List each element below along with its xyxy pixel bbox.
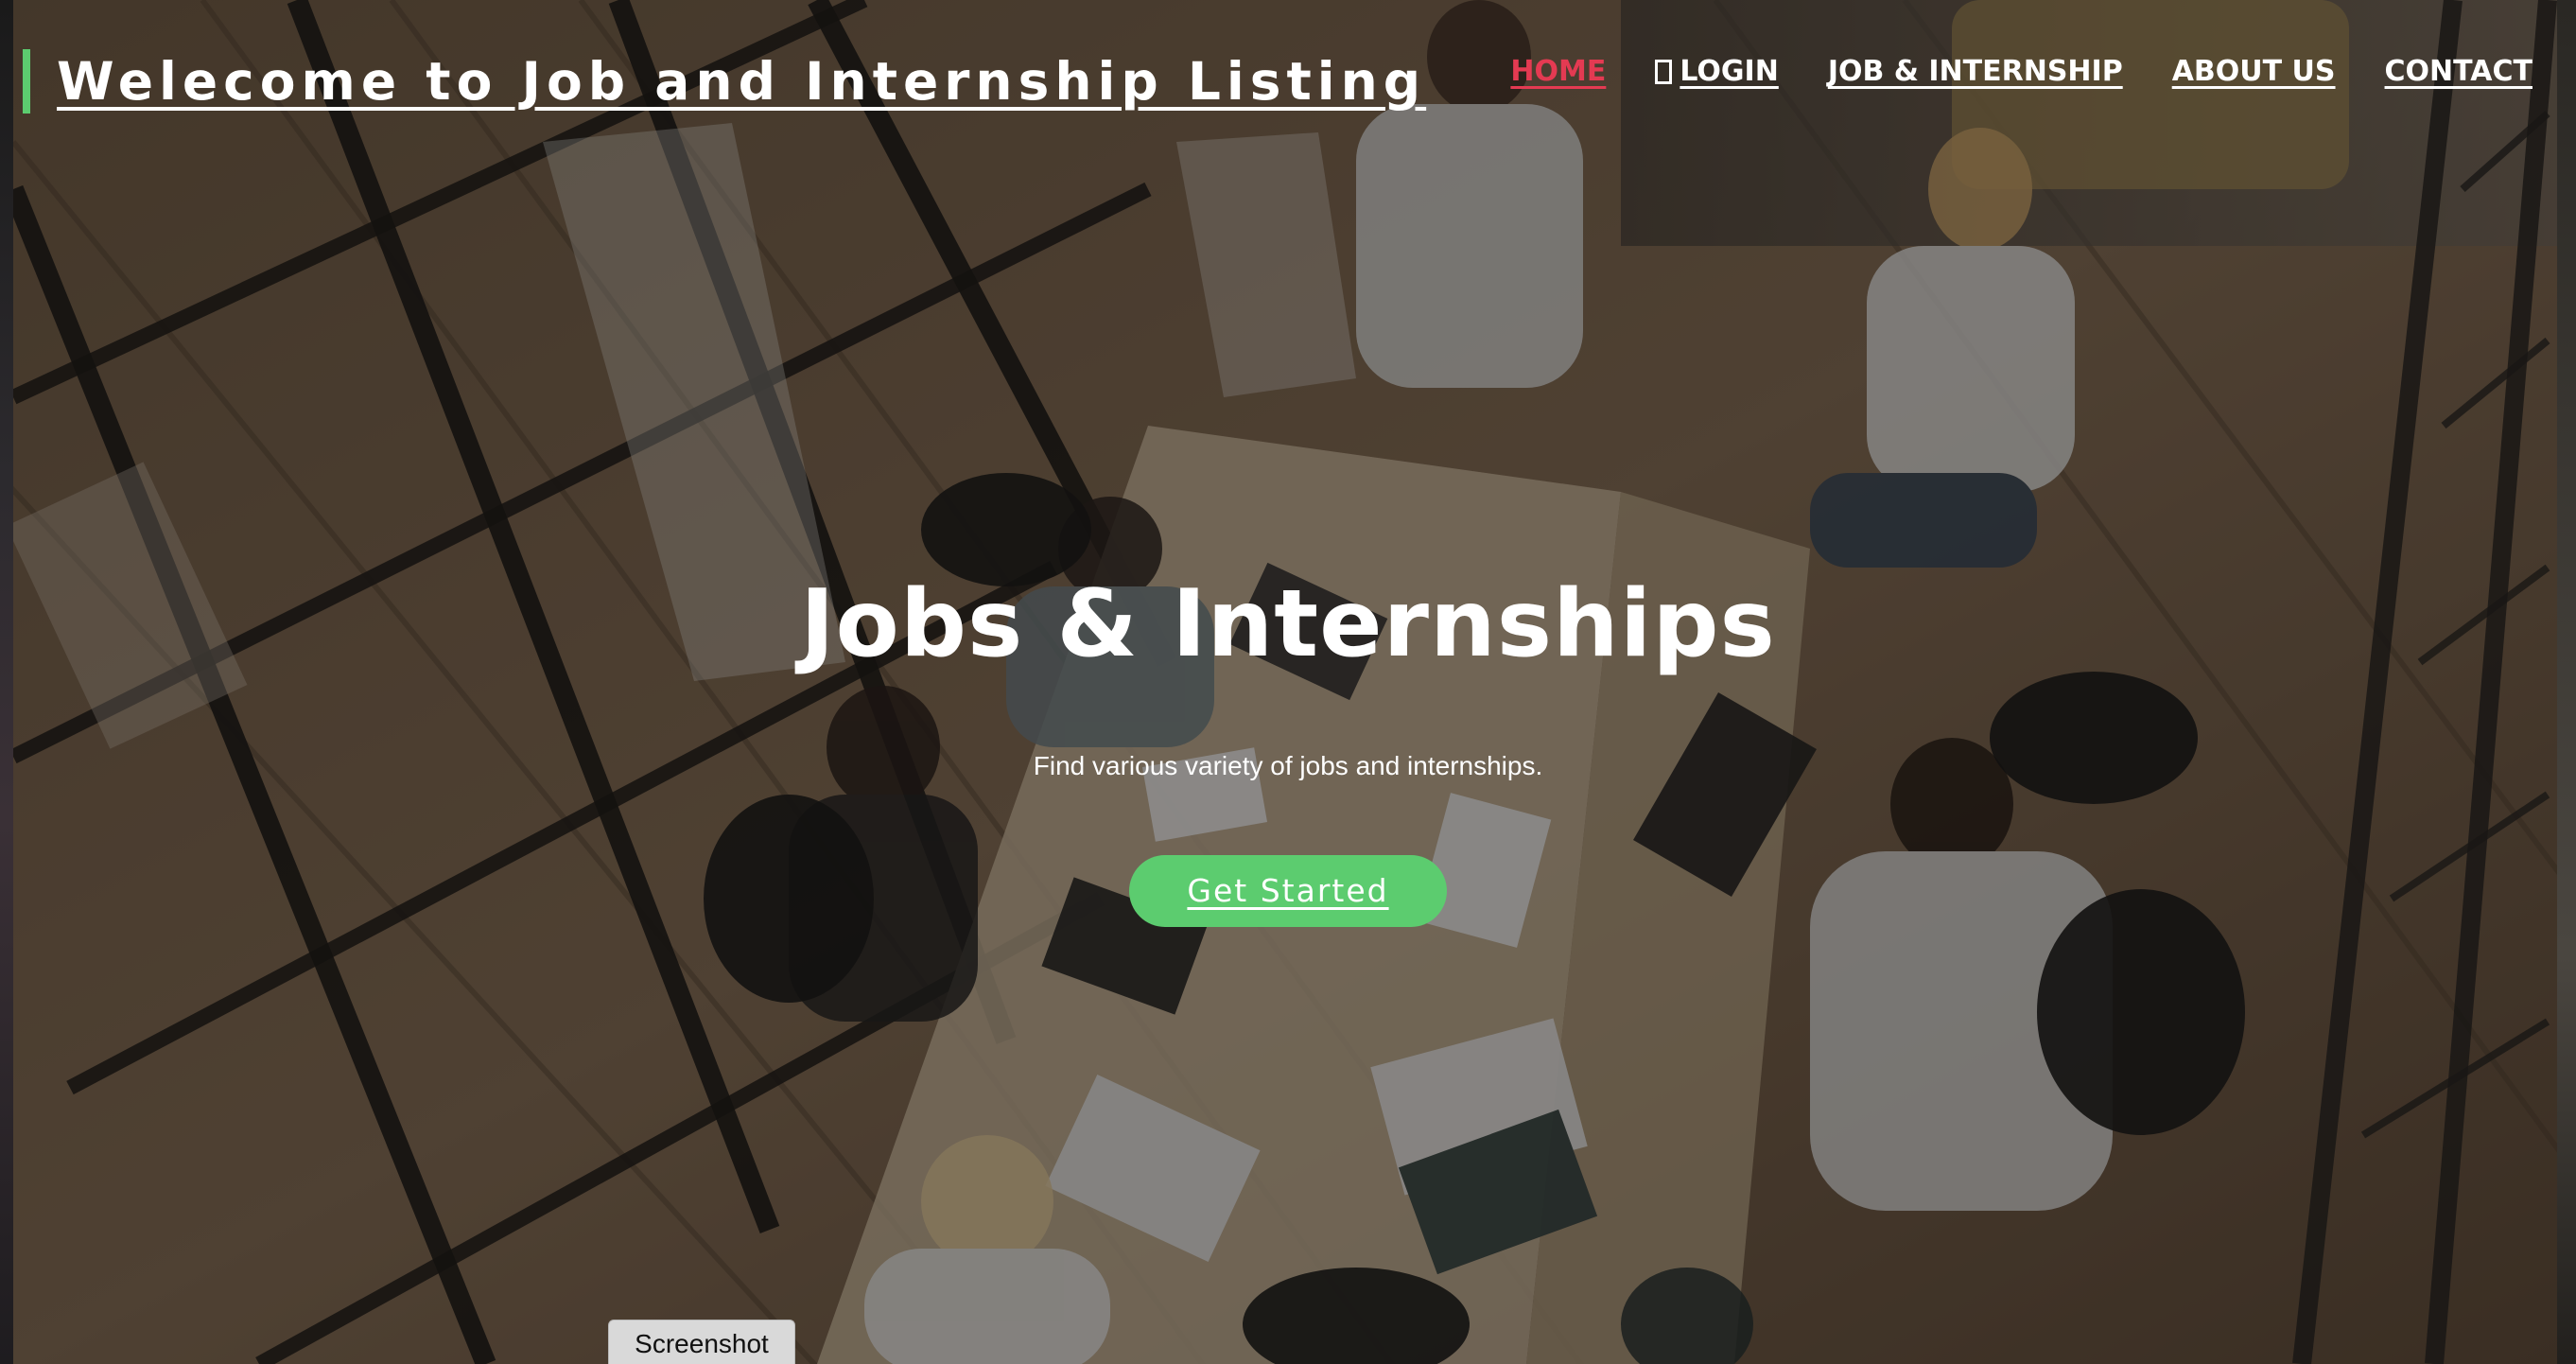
site-brand[interactable]: Welecome to Job and Internship Listing (23, 49, 1426, 114)
screenshot-tab[interactable]: Screenshot (608, 1320, 795, 1364)
nav-contact-label[interactable]: CONTACT (2385, 55, 2532, 88)
nav-contact-link[interactable]: CONTACT (2385, 55, 2532, 88)
hero-subtitle: Find various variety of jobs and interns… (1033, 751, 1543, 780)
login-icon (1655, 59, 1673, 84)
nav-home-link[interactable]: HOME (1510, 55, 1606, 88)
main-nav: HOME LOGIN JOB & INTERNSHIP ABOUT US CON… (1510, 55, 2532, 88)
nav-login-label[interactable]: LOGIN (1680, 55, 1778, 88)
nav-job-internship-link[interactable]: JOB & INTERNSHIP (1828, 55, 2123, 88)
site-title[interactable]: Welecome to Job and Internship Listing (57, 51, 1426, 112)
hero-content: Jobs & Internships Find various variety … (0, 558, 2576, 927)
page: Welecome to Job and Internship Listing H… (0, 0, 2576, 1364)
get-started-button[interactable]: Get Started (1129, 855, 1447, 927)
nav-login-link[interactable]: LOGIN (1655, 55, 1779, 88)
nav-about-us-label[interactable]: ABOUT US (2172, 55, 2336, 88)
hero-title: Jobs & Internships (800, 570, 1776, 678)
nav-job-internship-label[interactable]: JOB & INTERNSHIP (1828, 55, 2123, 88)
nav-home-label[interactable]: HOME (1510, 55, 1606, 88)
nav-about-us-link[interactable]: ABOUT US (2172, 55, 2336, 88)
